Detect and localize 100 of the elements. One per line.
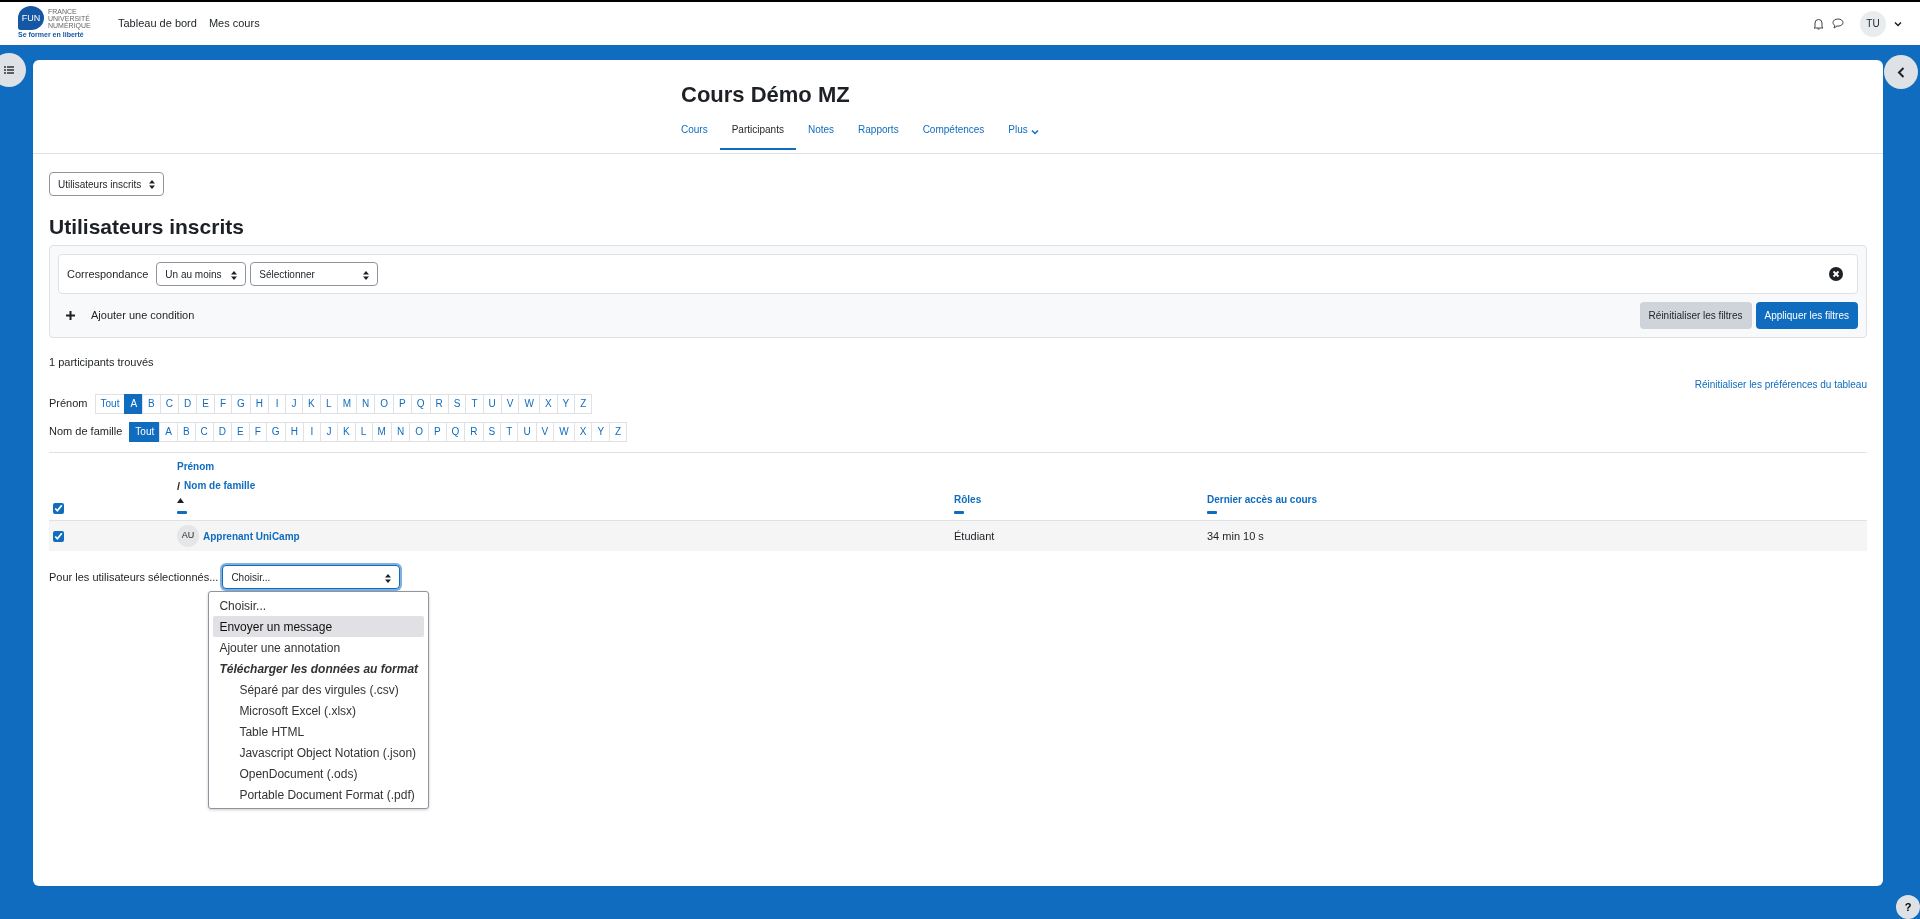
dropdown-option[interactable]: OpenDocument (.ods) [213,763,425,785]
chevron-left-icon [1897,66,1905,78]
initials-label: Nom de famille [49,424,123,440]
initial-letter-link[interactable]: G [265,421,286,442]
initial-letter-link[interactable]: A [124,393,144,414]
table-cell-text: 34 min 10 s [1207,528,1265,544]
dropdown-option[interactable]: Envoyer un message [213,616,425,638]
dropdown-option[interactable]: Séparé par des virgules (.csv) [213,679,425,701]
reset-filters-button[interactable]: Réinitialiser les filtres [1639,302,1752,330]
caret-icon [1030,127,1039,136]
initial-letter-link[interactable]: F [248,421,267,442]
initial-letter-link[interactable]: Z [574,393,593,414]
user-name-link[interactable]: Apprenant UniCamp [203,528,300,544]
initial-letter-link[interactable]: B [176,421,196,442]
initial-letter-link[interactable]: A [159,421,178,442]
initial-letter-link[interactable]: U [517,421,537,442]
initial-letter-link[interactable]: J [319,421,338,442]
initial-letter-link[interactable]: T [465,393,484,414]
collapse-column-icon[interactable] [954,511,964,515]
caret-icon[interactable] [1894,19,1902,28]
apply-filters-button[interactable]: Appliquer les filtres [1755,302,1858,330]
initial-letter-link[interactable]: K [336,421,356,442]
initial-letter-link[interactable]: H [284,421,304,442]
sort-arrows-icon [385,573,392,583]
initial-letter-link[interactable]: Tout [94,393,126,414]
initial-letter-link[interactable]: I [268,393,287,414]
column-header-link[interactable]: Prénom [177,458,954,474]
collapse-column-icon[interactable] [177,511,187,515]
course-tab[interactable]: Participants [719,122,796,151]
reset-preferences-link[interactable]: Réinitialiser les préférences du tableau [1694,376,1867,392]
column-header-link[interactable]: Dernier accès au cours [1207,492,1867,508]
initial-letter-link[interactable]: U [482,393,502,414]
chat-bubble-icon[interactable] [1832,18,1844,29]
column-header-link[interactable]: Nom de famille [184,477,256,495]
initial-letter-link[interactable]: R [429,393,449,414]
dropdown-option[interactable]: Ajouter une annotation [213,637,425,659]
user-avatar: AU [177,525,199,548]
match-label: Correspondance [67,266,149,282]
initial-letter-link[interactable]: J [285,393,304,414]
initial-letter-link[interactable]: W [553,421,575,442]
result-count: 1 participants trouvés [49,355,155,371]
initial-letter-link[interactable]: O [374,393,395,414]
initial-letter-link[interactable]: Q [445,421,466,442]
course-title: Cours Démo MZ [681,82,851,109]
initial-letter-link[interactable]: Y [591,421,611,442]
initial-letter-link[interactable]: N [390,421,411,442]
initial-letter-link[interactable]: H [249,393,270,414]
dropdown-option[interactable]: Table HTML [213,721,425,743]
initial-letter-link[interactable]: Z [609,421,628,442]
course-tab[interactable]: Plus [996,122,1051,151]
user-avatar[interactable]: TU [1860,10,1886,37]
initial-letter-link[interactable]: L [354,421,373,442]
course-tab[interactable]: Rapports [846,122,911,151]
dropdown-option[interactable]: Javascript Object Notation (.json) [213,742,425,764]
column-header-link[interactable]: Rôles [954,492,1207,508]
row-checkbox[interactable] [53,530,64,542]
add-condition-link[interactable]: Ajouter une condition [66,307,195,324]
initial-letter-link[interactable]: C [159,393,179,414]
initial-letter-link[interactable]: N [356,393,376,414]
bulk-action-select[interactable]: Choisir... [222,565,401,590]
initial-letter-link[interactable]: T [500,421,519,442]
collapse-column-icon[interactable] [1207,511,1217,515]
initial-letter-link[interactable]: I [302,421,321,442]
sort-arrows-icon [149,180,156,190]
view-select[interactable]: Utilisateurs inscrits [49,172,165,196]
match-select[interactable]: Un au moins [156,262,247,287]
sort-arrows-icon [231,270,238,280]
drawer-toggle-button[interactable] [0,53,26,87]
course-tab[interactable]: Cours [669,122,720,151]
dropdown-option[interactable]: Microsoft Excel (.xlsx) [213,700,425,722]
initial-letter-link[interactable]: Tout [129,421,161,442]
initial-letter-link[interactable]: M [371,421,392,442]
initial-letter-link[interactable]: L [319,393,338,414]
course-tab[interactable]: Notes [795,122,847,151]
nav-link[interactable]: Mes cours [208,17,260,30]
dropdown-option[interactable]: Choisir... [213,595,425,617]
initial-letter-link[interactable]: C [194,421,214,442]
initial-letter-link[interactable]: Q [410,393,431,414]
initial-letter-link[interactable]: D [178,393,198,414]
notification-bell-icon[interactable] [1813,17,1824,30]
select-all-checkbox[interactable] [53,503,64,515]
initial-letter-link[interactable]: E [231,421,250,442]
condition-select[interactable]: Sélectionner [250,262,379,287]
dropdown-option[interactable]: Portable Document Format (.pdf) [213,784,425,806]
initial-letter-link[interactable]: W [518,393,540,414]
initial-letter-link[interactable]: P [427,421,447,442]
help-button[interactable]: ? [1896,895,1920,919]
remove-condition-icon[interactable] [1829,267,1843,282]
initial-letter-link[interactable]: O [409,421,429,442]
nav-link[interactable]: Tableau de bord [118,17,197,30]
initial-letter-link[interactable]: P [393,393,412,414]
initial-letter-link[interactable]: X [538,393,558,414]
initial-letter-link[interactable]: D [212,421,233,442]
initial-letter-link[interactable]: E [196,393,215,414]
initial-letter-link[interactable]: K [302,393,321,414]
initial-letter-link[interactable]: B [142,393,161,414]
course-tab[interactable]: Compétences [910,122,997,151]
initial-letter-link[interactable]: G [231,393,251,414]
initial-letter-link[interactable]: R [464,421,484,442]
collapse-drawer-button[interactable] [1884,55,1918,89]
